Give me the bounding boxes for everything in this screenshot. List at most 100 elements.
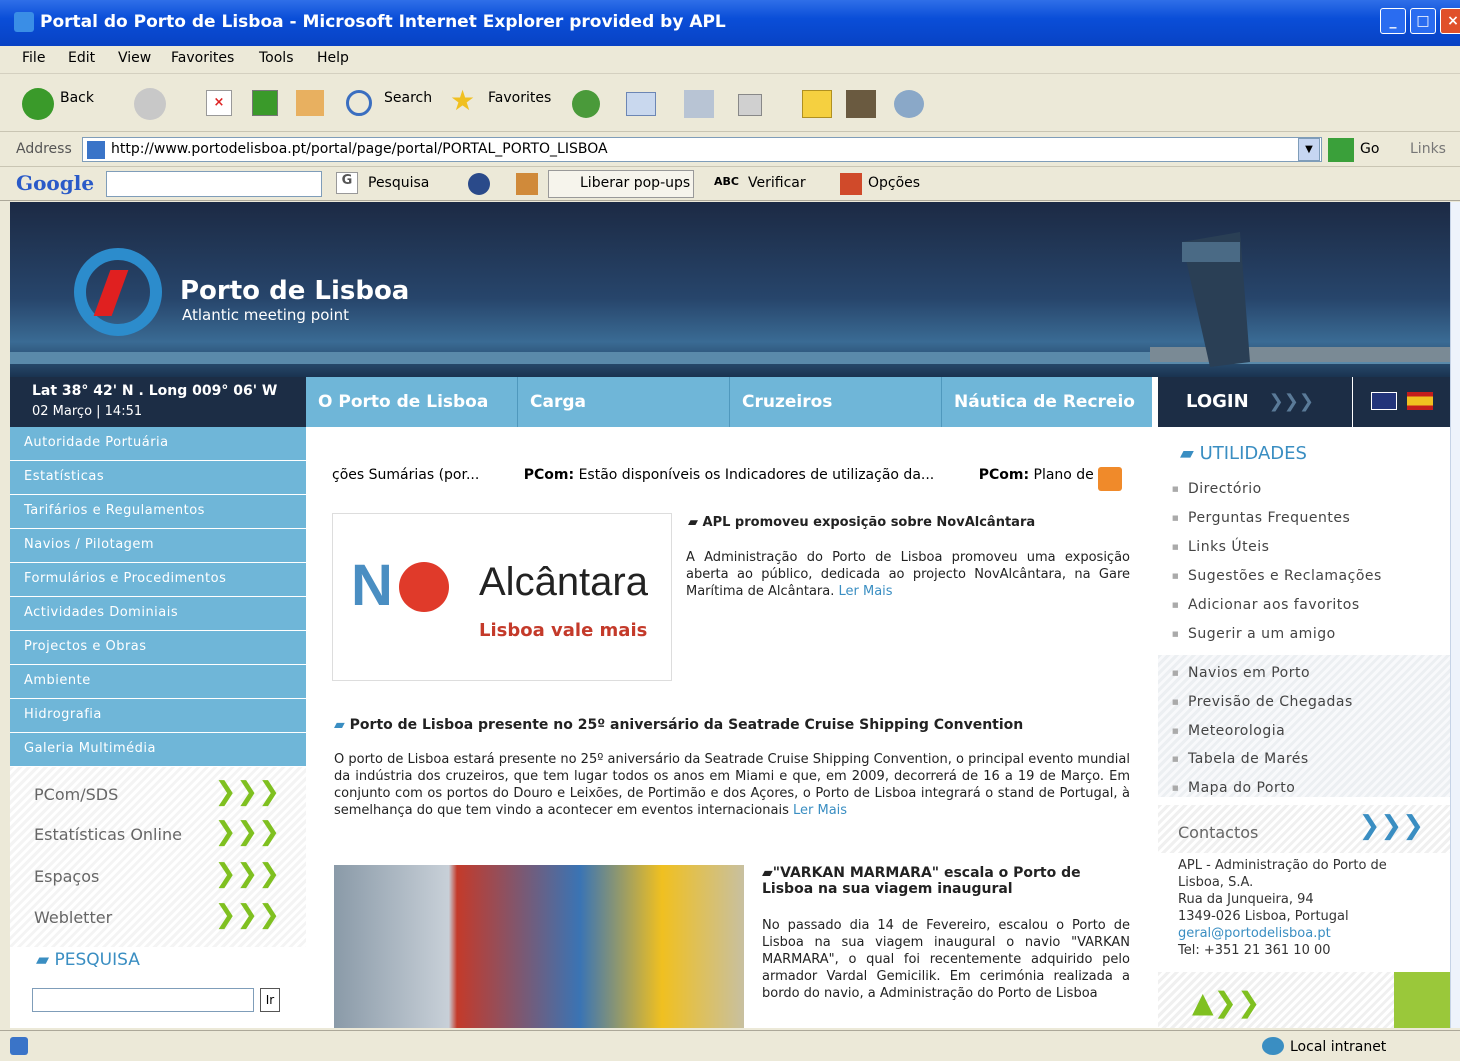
- promo-box[interactable]: ▲❯❯: [1158, 972, 1450, 1028]
- read-more-link[interactable]: Ler Mais: [839, 584, 893, 599]
- chevron-icon: ❯❯❯: [214, 777, 280, 807]
- pcom-sds-link[interactable]: PCom/SDS ❯❯❯: [10, 775, 306, 815]
- refresh-icon[interactable]: [252, 90, 278, 116]
- title-bar: Portal do Porto de Lisboa - Microsoft In…: [0, 0, 1460, 46]
- links-button[interactable]: Links: [1410, 141, 1446, 157]
- ticker-item[interactable]: Estão disponíveis os Indicadores de util…: [579, 467, 935, 483]
- menu-favorites[interactable]: Favorites: [171, 50, 234, 66]
- stop-icon[interactable]: ×: [206, 90, 232, 116]
- site-search-input[interactable]: [32, 988, 254, 1012]
- news-title[interactable]: ▰ Porto de Lisboa presente no 25º aniver…: [334, 717, 1132, 733]
- estatisticas-online-link[interactable]: Estatísticas Online ❯❯❯: [10, 815, 306, 855]
- utility-link[interactable]: Tabela de Marés: [1172, 751, 1309, 767]
- forward-icon[interactable]: [134, 88, 166, 120]
- utility-link[interactable]: Previsão de Chegadas: [1172, 694, 1353, 710]
- left-menu-item[interactable]: Hidrografia: [10, 699, 306, 733]
- main-nav: O Porto de Lisboa Carga Cruzeiros Náutic…: [306, 377, 1152, 427]
- nav-cruzeiros[interactable]: Cruzeiros: [730, 377, 942, 427]
- espacos-link[interactable]: Espaços ❯❯❯: [10, 857, 306, 897]
- menu-help[interactable]: Help: [317, 50, 349, 66]
- verify-button[interactable]: Verificar: [748, 175, 806, 191]
- google-news-icon[interactable]: [516, 173, 538, 195]
- uk-flag-icon[interactable]: [1371, 392, 1397, 410]
- left-menu-item[interactable]: Galeria Multimédia: [10, 733, 306, 767]
- address-dropdown[interactable]: ▼: [1298, 138, 1320, 161]
- webletter-link[interactable]: Webletter ❯❯❯: [10, 898, 306, 938]
- options-icon: [840, 173, 862, 195]
- menu-file[interactable]: File: [22, 50, 45, 66]
- ticker-tag: PCom:: [523, 467, 575, 483]
- edit-icon[interactable]: [738, 94, 762, 116]
- left-menu-item[interactable]: Navios / Pilotagem: [10, 529, 306, 563]
- left-menu-item[interactable]: Formulários e Procedimentos: [10, 563, 306, 597]
- news-title[interactable]: ▰"VARKAN MARMARA" escala o Porto de Lisb…: [762, 865, 1130, 897]
- messenger-icon[interactable]: [894, 90, 924, 118]
- nav-carga[interactable]: Carga: [518, 377, 730, 427]
- ticker-item[interactable]: ções Sumárias (por...: [332, 467, 479, 483]
- left-menu-item[interactable]: Ambiente: [10, 665, 306, 699]
- menu-view[interactable]: View: [118, 50, 151, 66]
- estatisticas-online-label: Estatísticas Online: [34, 825, 182, 844]
- vertical-scrollbar[interactable]: [1450, 202, 1460, 1028]
- nav-o-porto-de-lisboa[interactable]: O Porto de Lisboa: [306, 377, 518, 427]
- utility-link[interactable]: Sugestões e Reclamações: [1172, 568, 1382, 584]
- left-menu-item[interactable]: Projectos e Obras: [10, 631, 306, 665]
- back-button[interactable]: Back: [60, 90, 94, 106]
- chevron-icon: ▲❯❯: [1192, 986, 1261, 1019]
- favorites-icon[interactable]: ★: [450, 84, 475, 117]
- google-logo[interactable]: Google: [16, 171, 94, 195]
- history-icon[interactable]: [572, 90, 600, 118]
- favorites-button[interactable]: Favorites: [488, 90, 551, 106]
- utility-link[interactable]: Perguntas Frequentes: [1172, 510, 1350, 526]
- discuss-icon[interactable]: [802, 90, 832, 118]
- espacos-label: Espaços: [34, 867, 100, 886]
- research-icon[interactable]: [846, 90, 876, 118]
- ticker-item[interactable]: Plano de (: [1034, 467, 1104, 483]
- spain-flag-icon[interactable]: [1407, 392, 1433, 410]
- menu-tools[interactable]: Tools: [259, 50, 294, 66]
- contact-email[interactable]: geral@portodelisboa.pt: [1178, 925, 1387, 942]
- utility-link[interactable]: Meteorologia: [1172, 723, 1285, 739]
- news-title[interactable]: ▰ APL promoveu exposição sobre NovAlcânt…: [688, 515, 1128, 530]
- spellcheck-icon: ABC: [714, 175, 739, 188]
- nav-nautica-de-recreio[interactable]: Náutica de Recreio: [942, 377, 1152, 427]
- search-button[interactable]: Search: [384, 90, 432, 106]
- go-button[interactable]: Go: [1360, 141, 1379, 157]
- news-ticker[interactable]: ções Sumárias (por... PCom: Estão dispon…: [332, 467, 1132, 491]
- page-icon: [87, 141, 105, 159]
- go-icon[interactable]: [1328, 138, 1354, 162]
- minimize-button[interactable]: _: [1380, 8, 1406, 34]
- left-menu-item[interactable]: Tarifários e Regulamentos: [10, 495, 306, 529]
- utility-link[interactable]: Adicionar aos favoritos: [1172, 597, 1360, 613]
- coordinates: Lat 38° 42' N . Long 009° 06' W: [32, 383, 278, 399]
- close-button[interactable]: ×: [1440, 8, 1460, 34]
- google-search-input[interactable]: [106, 171, 322, 197]
- options-button[interactable]: Opções: [868, 175, 920, 191]
- address-input[interactable]: http://www.portodelisboa.pt/portal/page/…: [82, 137, 1322, 162]
- utility-link[interactable]: Navios em Porto: [1172, 665, 1310, 681]
- mail-icon[interactable]: [626, 92, 656, 116]
- news-body: No passado dia 14 de Fevereiro, escalou …: [762, 918, 1130, 1001]
- back-icon[interactable]: [22, 88, 54, 120]
- read-more-link[interactable]: Ler Mais: [793, 803, 847, 818]
- left-menu-item[interactable]: Estatísticas: [10, 461, 306, 495]
- search-icon[interactable]: [346, 90, 372, 116]
- google-globe-icon[interactable]: [468, 173, 490, 195]
- utility-link[interactable]: Directório: [1172, 481, 1262, 497]
- google-search-button[interactable]: Pesquisa: [368, 175, 429, 191]
- home-icon[interactable]: [296, 90, 324, 116]
- status-bar: Local intranet: [0, 1030, 1460, 1061]
- utility-link[interactable]: Mapa do Porto: [1172, 780, 1295, 796]
- ship-ceremony-photo[interactable]: [334, 865, 744, 1028]
- utility-link[interactable]: Links Úteis: [1172, 539, 1269, 555]
- rss-icon[interactable]: [1098, 467, 1122, 491]
- utility-link[interactable]: Sugerir a um amigo: [1172, 626, 1336, 642]
- menu-edit[interactable]: Edit: [68, 50, 95, 66]
- site-search-button[interactable]: Ir: [260, 988, 280, 1012]
- left-menu-item[interactable]: Actividades Dominiais: [10, 597, 306, 631]
- novalcantara-image[interactable]: N Alcântara Lisboa vale mais: [332, 513, 672, 681]
- maximize-button[interactable]: □: [1410, 8, 1436, 34]
- login-button[interactable]: LOGIN ❯❯❯: [1158, 377, 1352, 427]
- left-menu-item[interactable]: Autoridade Portuária: [10, 427, 306, 461]
- print-icon[interactable]: [684, 90, 714, 118]
